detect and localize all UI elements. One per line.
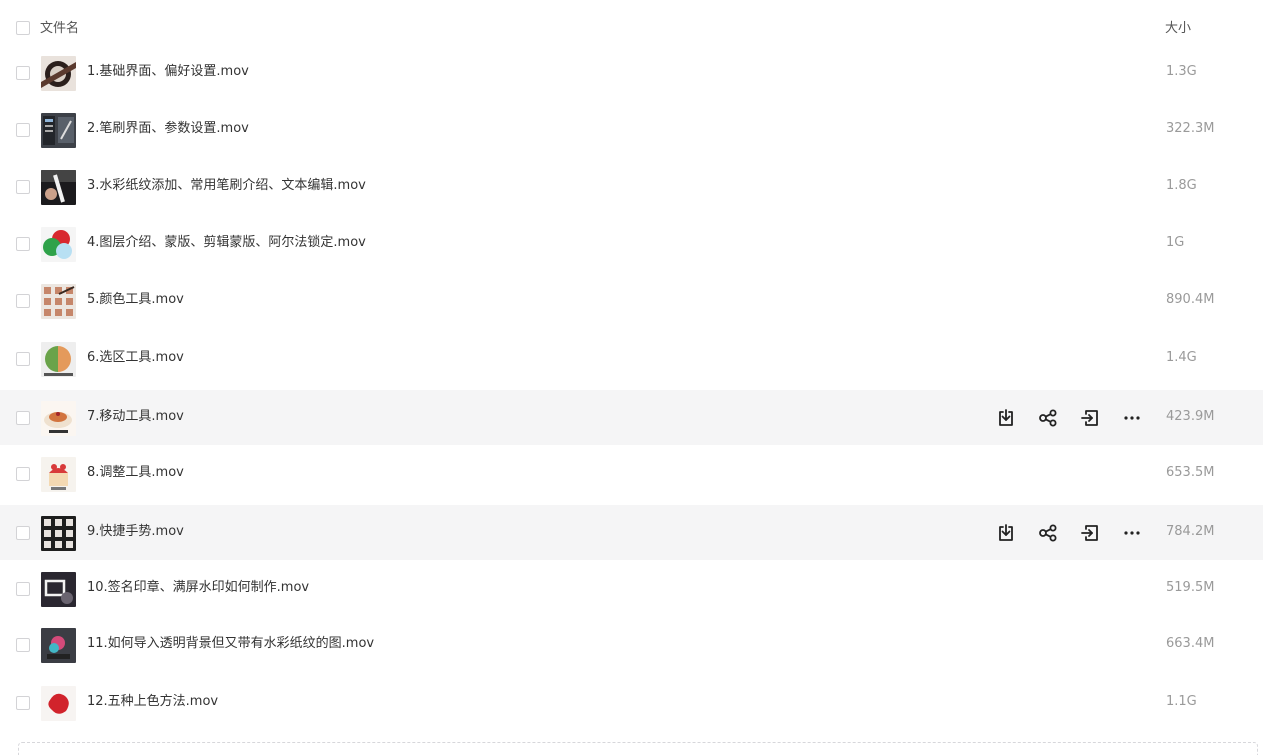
row-checkbox[interactable]	[16, 237, 30, 251]
file-row[interactable]: 6.选区工具.mov 1.4G	[0, 331, 1263, 386]
file-row[interactable]: 5.颜色工具.mov 890.4M	[0, 273, 1263, 328]
video-thumbnail[interactable]	[41, 686, 76, 721]
file-name[interactable]: 8.调整工具.mov	[87, 464, 184, 482]
file-row[interactable]: 11.如何导入透明背景但又带有水彩纸纹的图.mov 663.4M	[0, 617, 1263, 672]
file-row[interactable]: 3.水彩纸纹添加、常用笔刷介绍、文本编辑.mov 1.8G	[0, 159, 1263, 214]
row-checkbox[interactable]	[16, 411, 30, 425]
row-checkbox[interactable]	[16, 294, 30, 308]
column-header-name[interactable]: 文件名	[40, 20, 79, 38]
share-icon	[1038, 408, 1058, 428]
file-name[interactable]: 6.选区工具.mov	[87, 349, 184, 367]
video-thumbnail[interactable]	[41, 516, 76, 551]
row-checkbox[interactable]	[16, 352, 30, 366]
select-all-checkbox[interactable]	[16, 21, 30, 35]
file-row[interactable]: 9.快捷手势.mov 784.2M	[0, 505, 1263, 560]
row-checkbox[interactable]	[16, 638, 30, 652]
column-header-size[interactable]: 大小	[1165, 20, 1191, 38]
row-checkbox[interactable]	[16, 123, 30, 137]
share-button[interactable]	[1037, 407, 1059, 429]
upload-drop-zone[interactable]	[18, 742, 1258, 755]
file-name[interactable]: 5.颜色工具.mov	[87, 291, 184, 309]
video-thumbnail[interactable]	[41, 457, 76, 492]
move-to-button[interactable]	[1079, 522, 1101, 544]
more-button[interactable]	[1121, 407, 1143, 429]
row-checkbox[interactable]	[16, 582, 30, 596]
file-name[interactable]: 4.图层介绍、蒙版、剪辑蒙版、阿尔法锁定.mov	[87, 234, 366, 252]
file-name[interactable]: 3.水彩纸纹添加、常用笔刷介绍、文本编辑.mov	[87, 177, 366, 195]
row-actions	[995, 522, 1163, 544]
move-to-button[interactable]	[1079, 407, 1101, 429]
file-row[interactable]: 12.五种上色方法.mov 1.1G	[0, 675, 1263, 730]
row-checkbox[interactable]	[16, 526, 30, 540]
file-name[interactable]: 9.快捷手势.mov	[87, 523, 184, 541]
file-row[interactable]: 2.笔刷界面、参数设置.mov 322.3M	[0, 102, 1263, 157]
video-thumbnail[interactable]	[41, 113, 76, 148]
video-thumbnail[interactable]	[41, 284, 76, 319]
file-row[interactable]: 10.签名印章、满屏水印如何制作.mov 519.5M	[0, 561, 1263, 616]
file-size: 663.4M	[1166, 636, 1215, 651]
move-to-icon	[1080, 523, 1100, 543]
file-size: 423.9M	[1166, 409, 1215, 424]
file-size: 322.3M	[1166, 121, 1215, 136]
video-thumbnail[interactable]	[41, 170, 76, 205]
share-button[interactable]	[1037, 522, 1059, 544]
file-size: 519.5M	[1166, 580, 1215, 595]
file-size: 890.4M	[1166, 292, 1215, 307]
file-name[interactable]: 7.移动工具.mov	[87, 408, 184, 426]
file-row[interactable]: 4.图层介绍、蒙版、剪辑蒙版、阿尔法锁定.mov 1G	[0, 216, 1263, 271]
move-to-icon	[1080, 408, 1100, 428]
row-checkbox[interactable]	[16, 180, 30, 194]
file-size: 1.4G	[1166, 350, 1197, 365]
file-row[interactable]: 7.移动工具.mov 423.9M	[0, 390, 1263, 445]
share-icon	[1038, 523, 1058, 543]
file-size: 1.8G	[1166, 178, 1197, 193]
file-size: 653.5M	[1166, 465, 1215, 480]
file-name[interactable]: 1.基础界面、偏好设置.mov	[87, 63, 249, 81]
video-thumbnail[interactable]	[41, 572, 76, 607]
file-name[interactable]: 2.笔刷界面、参数设置.mov	[87, 120, 249, 138]
more-icon	[1122, 523, 1142, 543]
file-size: 1G	[1166, 235, 1185, 250]
download-icon	[996, 408, 1016, 428]
video-thumbnail[interactable]	[41, 342, 76, 377]
file-size: 1.3G	[1166, 64, 1197, 79]
file-name[interactable]: 11.如何导入透明背景但又带有水彩纸纹的图.mov	[87, 635, 374, 653]
more-icon	[1122, 408, 1142, 428]
file-name[interactable]: 12.五种上色方法.mov	[87, 693, 218, 711]
row-checkbox[interactable]	[16, 696, 30, 710]
video-thumbnail[interactable]	[41, 56, 76, 91]
file-table: 文件名 大小 1.基础界面、偏好设置.mov 1.3G 2.笔刷界面、参数设置.mo…	[0, 0, 1263, 755]
file-row[interactable]: 8.调整工具.mov 653.5M	[0, 446, 1263, 501]
row-checkbox[interactable]	[16, 467, 30, 481]
video-thumbnail[interactable]	[41, 628, 76, 663]
file-row[interactable]: 1.基础界面、偏好设置.mov 1.3G	[0, 45, 1263, 100]
download-button[interactable]	[995, 522, 1017, 544]
row-checkbox[interactable]	[16, 66, 30, 80]
download-icon	[996, 523, 1016, 543]
file-size: 1.1G	[1166, 694, 1197, 709]
video-thumbnail[interactable]	[41, 401, 76, 436]
file-size: 784.2M	[1166, 524, 1215, 539]
video-thumbnail[interactable]	[41, 227, 76, 262]
more-button[interactable]	[1121, 522, 1143, 544]
download-button[interactable]	[995, 407, 1017, 429]
file-name[interactable]: 10.签名印章、满屏水印如何制作.mov	[87, 579, 309, 597]
row-actions	[995, 407, 1163, 429]
